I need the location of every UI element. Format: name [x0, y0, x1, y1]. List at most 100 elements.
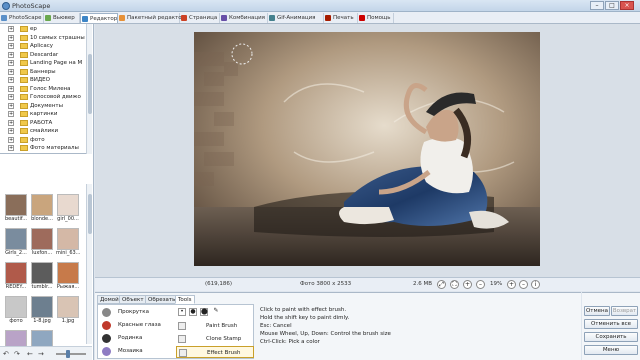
slider-knob[interactable] [66, 350, 70, 358]
thumbnail-item[interactable]: Рыжая... [56, 262, 80, 292]
folder-tree-item[interactable]: +10 самых страшны [8, 34, 88, 42]
brush-size-large[interactable]: ⬤ [200, 308, 208, 316]
zoom-in-tool-icon[interactable]: + [463, 280, 472, 289]
zoom-out-icon[interactable]: – [519, 280, 528, 289]
thumbnail-scrollbar[interactable] [86, 184, 92, 344]
brush-option[interactable]: Effect Brush [176, 346, 254, 358]
expand-icon[interactable]: + [8, 51, 14, 58]
expand-icon[interactable]: + [8, 60, 14, 66]
rotate-right-icon[interactable]: ↷ [14, 350, 20, 358]
thumbnail-item[interactable]: luxfon... [30, 228, 54, 258]
brush-size-small[interactable]: • [178, 308, 186, 316]
expand-icon[interactable]: + [8, 94, 14, 100]
thumbnail-item[interactable]: REDEY... [4, 262, 28, 292]
zoom-out-tool-icon[interactable]: – [476, 280, 485, 289]
folder-tree-item[interactable]: + Фото материалы [8, 144, 88, 152]
folder-tree-item[interactable]: + Голосовой движо [8, 93, 88, 101]
folder-tree-item[interactable]: + ВИДЕО [8, 76, 88, 84]
expand-icon[interactable]: + [8, 136, 14, 143]
thumbnail-caption: tumblr... [31, 284, 53, 290]
folder-tree-item[interactable]: + РАБОТА [8, 119, 88, 127]
thumbnail-size-slider[interactable] [56, 353, 86, 355]
close-button[interactable]: × [620, 1, 634, 10]
folder-tree-item[interactable]: + смайлики [8, 127, 88, 135]
tab-print[interactable]: Печать [324, 13, 358, 23]
expand-icon[interactable]: + [8, 34, 14, 41]
folder-tree-item[interactable]: + Документы [8, 102, 88, 110]
tab-tools[interactable]: Tools [175, 295, 195, 304]
undo-all-button[interactable]: Отменить все [584, 319, 638, 329]
tab-editor[interactable]: Редактор [80, 13, 118, 23]
zoom-in-icon[interactable]: + [507, 280, 516, 289]
expand-icon[interactable]: + [8, 77, 14, 83]
folder-tree-item[interactable]: + Landing Page на М [8, 59, 88, 67]
fit-window-icon[interactable]: ⤢ [437, 280, 446, 289]
folder-tree-item[interactable]: + фото [8, 136, 88, 144]
tab-combine[interactable]: Комбинация [220, 13, 268, 23]
menu-button[interactable]: Меню [584, 345, 638, 355]
thumbnail-image [57, 262, 79, 284]
folder-tree-item[interactable]: + ер [8, 25, 88, 33]
folder-tree-item[interactable]: + Голос Милена [8, 85, 88, 93]
rotate-left-icon[interactable]: ↶ [3, 350, 9, 358]
folder-tree-item[interactable]: + картинки [8, 110, 88, 118]
brush-size-medium[interactable]: ● [189, 308, 197, 316]
thumbnail-item[interactable]: beautif... [4, 194, 28, 224]
expand-icon[interactable]: + [8, 128, 14, 134]
folder-tree-item[interactable]: + Aplicacy [8, 42, 88, 50]
expand-icon[interactable]: + [8, 111, 14, 117]
tab-label: Комбинация [229, 15, 265, 21]
brush-option[interactable]: Paint Brush [176, 320, 254, 332]
tab-gif-animation[interactable]: Gif-Анимация [268, 13, 324, 23]
thumbnail-item[interactable]: 1.jpg [56, 296, 80, 326]
main-tab-bar: PhotoScape Вьювер Редактор Пакетный реда… [0, 12, 640, 24]
brush-option[interactable]: Clone Stamp [176, 333, 254, 345]
tool-item[interactable]: Родинка [102, 333, 142, 344]
minimize-button[interactable]: – [590, 1, 604, 10]
undo-button[interactable]: Отмена [584, 306, 610, 316]
tool-item[interactable]: Прокрутка [102, 307, 149, 318]
tool-item[interactable]: Мозаика [102, 346, 143, 357]
folder-label: картинки [30, 111, 58, 117]
tab-object[interactable]: Объект [119, 295, 147, 304]
save-button[interactable]: Сохранить [584, 332, 638, 342]
expand-icon[interactable]: + [8, 102, 14, 109]
pen-icon[interactable]: ✎ [212, 308, 220, 316]
folder-tree-item[interactable]: + Descardar [8, 51, 88, 59]
tab-photoscape[interactable]: PhotoScape [0, 13, 44, 23]
tab-crop[interactable]: Обрезать [145, 295, 179, 304]
thumbnail-item[interactable]: Girls_2... [4, 228, 28, 258]
thumbnail-item[interactable]: tumblr... [30, 262, 54, 292]
thumbnail-item[interactable]: girl_00... [56, 194, 80, 224]
folder-tree-item[interactable]: + Баннеры [8, 68, 88, 76]
tab-page[interactable]: Страница [180, 13, 220, 23]
maximize-button[interactable]: □ [605, 1, 619, 10]
fullscreen-icon[interactable]: ⛶ [450, 280, 459, 289]
thumbnail-item[interactable]: blonde... [30, 194, 54, 224]
back-arrow-icon[interactable]: ← [27, 350, 33, 358]
thumbnail-item[interactable]: mini_63... [56, 228, 80, 258]
thumbnail-image [31, 194, 53, 216]
expand-icon[interactable]: + [8, 68, 14, 75]
photo-canvas[interactable] [194, 32, 540, 266]
expand-icon[interactable]: + [8, 26, 14, 32]
tree-scroll-thumb[interactable] [88, 54, 92, 114]
info-icon[interactable]: i [531, 280, 540, 289]
tab-help[interactable]: Помощь [358, 13, 394, 23]
tree-scrollbar[interactable] [86, 24, 92, 154]
help-line: Mouse Wheel, Up, Down: Control the brush… [260, 331, 391, 337]
expand-icon[interactable]: + [8, 43, 14, 49]
tab-batch-editor[interactable]: Пакетный редактор [118, 13, 185, 23]
tab-label: PhotoScape [9, 15, 42, 21]
tool-item[interactable]: Красные глаза [102, 320, 161, 331]
redo-button[interactable]: Возврат [611, 306, 638, 316]
tab-viewer[interactable]: Вьювер [44, 13, 80, 23]
thumbnail-scroll-thumb[interactable] [88, 194, 92, 234]
expand-icon[interactable]: + [8, 85, 14, 92]
thumbnail-item[interactable]: фото [4, 296, 28, 326]
expand-icon[interactable]: + [8, 145, 14, 151]
thumbnail-item[interactable]: 1-8.jpg [30, 296, 54, 326]
forward-arrow-icon[interactable]: → [38, 350, 44, 358]
folder-icon [20, 43, 28, 49]
expand-icon[interactable]: + [8, 119, 14, 126]
